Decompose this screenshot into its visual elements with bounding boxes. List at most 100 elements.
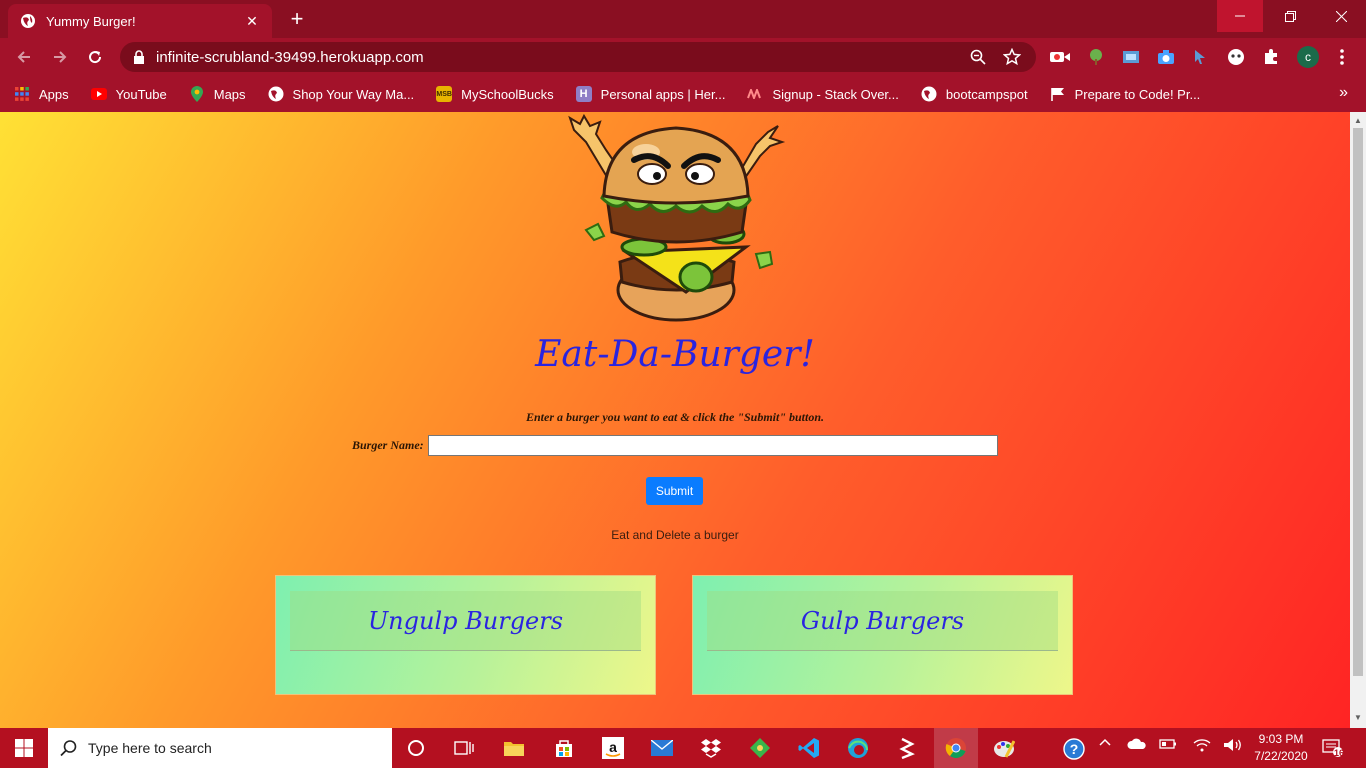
profile-avatar[interactable]: c	[1297, 46, 1319, 68]
forward-button[interactable]	[48, 45, 72, 69]
gulp-burgers-card: Gulp Burgers	[692, 575, 1073, 695]
cortana-icon[interactable]	[402, 734, 430, 762]
address-bar[interactable]: infinite-scrubland-39499.herokuapp.com	[120, 42, 1036, 72]
start-button[interactable]	[0, 728, 48, 768]
cursor-extension-icon[interactable]	[1190, 47, 1210, 67]
section-subtitle: Eat and Delete a burger	[611, 528, 739, 542]
close-window-button[interactable]	[1317, 0, 1366, 32]
onedrive-icon[interactable]	[1126, 738, 1148, 750]
chevron-up-icon[interactable]	[1098, 738, 1112, 746]
extensions-puzzle-icon[interactable]	[1261, 47, 1281, 67]
tab-close-icon[interactable]: ✕	[244, 13, 260, 29]
vscode-icon[interactable]	[795, 734, 823, 762]
bookmark-label: Personal apps | Her...	[600, 86, 726, 102]
tab-title: Yummy Burger!	[46, 13, 136, 29]
burger-mascot-logo	[568, 113, 786, 322]
sublime-icon[interactable]	[893, 734, 921, 762]
paint-icon[interactable]	[990, 734, 1018, 762]
volume-icon[interactable]	[1222, 738, 1244, 752]
bookmarks-overflow-button[interactable]: »	[1339, 84, 1348, 102]
bookmark-apps[interactable]: Apps	[14, 86, 69, 102]
mail-icon[interactable]	[648, 734, 676, 762]
camera-extension-icon[interactable]	[1156, 47, 1176, 67]
git-kraken-icon[interactable]	[746, 734, 774, 762]
submit-button[interactable]: Submit	[646, 477, 703, 505]
record-extension-icon[interactable]	[1050, 47, 1070, 67]
file-explorer-icon[interactable]	[500, 734, 528, 762]
browser-tab[interactable]: Yummy Burger! ✕	[8, 4, 272, 38]
bookmark-prepare-to-code[interactable]: Prepare to Code! Pr...	[1050, 86, 1201, 102]
globe-icon	[21, 14, 35, 28]
maps-icon	[189, 86, 205, 102]
taskbar-clock[interactable]: 9:03 PM 7/22/2020	[1247, 731, 1315, 765]
burger-form: Burger Name:	[352, 435, 998, 456]
burger-name-label: Burger Name:	[352, 438, 424, 452]
minimize-button[interactable]	[1217, 0, 1263, 32]
ungulp-burgers-header: Ungulp Burgers	[290, 591, 641, 651]
page-scrollbar[interactable]: ▲ ▼	[1350, 112, 1366, 728]
bookmark-bootcampspot[interactable]: bootcampspot	[921, 86, 1028, 102]
kebab-menu-icon[interactable]	[1332, 47, 1352, 67]
svg-text:a: a	[609, 739, 617, 755]
amazon-icon[interactable]: a	[599, 734, 627, 762]
tree-extension-icon[interactable]	[1086, 47, 1106, 67]
ghost-extension-icon[interactable]	[1226, 47, 1246, 67]
svg-text:?: ?	[1070, 741, 1079, 757]
gulp-burgers-header: Gulp Burgers	[707, 591, 1058, 651]
bookmark-label: MySchoolBucks	[461, 86, 554, 102]
scroll-up-icon[interactable]: ▲	[1354, 116, 1362, 125]
signup-icon	[747, 86, 763, 102]
zoom-icon[interactable]	[968, 47, 988, 67]
bookmark-label: Apps	[39, 86, 69, 102]
bookmark-star-icon[interactable]	[1002, 47, 1022, 67]
reload-button[interactable]	[83, 45, 107, 69]
bookmark-signup[interactable]: Signup - Stack Over...	[747, 86, 899, 102]
close-icon	[1336, 10, 1347, 22]
search-placeholder: Type here to search	[88, 740, 212, 756]
arrow-left-icon	[17, 51, 30, 63]
burger-name-input[interactable]	[427, 435, 998, 456]
restore-icon	[1284, 10, 1296, 22]
instructions-text: Enter a burger you want to eat & click t…	[525, 410, 825, 424]
clock-time: 9:03 PM	[1258, 732, 1304, 746]
bookmark-label: Prepare to Code! Pr...	[1074, 86, 1201, 102]
bookmark-label: YouTube	[115, 86, 167, 102]
windows-taskbar: Type here to search a ? 9:03 PM 7/22/202…	[0, 728, 1366, 768]
chrome-taskbar-icon[interactable]	[934, 728, 978, 768]
notification-count: 16	[1333, 748, 1344, 758]
page-content: Eat-Da-Burger! Enter a burger you want t…	[0, 112, 1350, 728]
youtube-icon	[90, 86, 107, 102]
taskbar-search-box[interactable]: Type here to search	[48, 728, 392, 768]
bookmark-youtube[interactable]: YouTube	[90, 86, 167, 102]
bookmark-shop-your-way[interactable]: Shop Your Way Ma...	[268, 86, 415, 102]
windows-logo-icon	[15, 739, 33, 757]
new-tab-button[interactable]: +	[284, 6, 310, 32]
back-button[interactable]	[12, 45, 36, 69]
screenshot-extension-icon[interactable]	[1121, 47, 1141, 67]
browser-titlebar: Yummy Burger! ✕ +	[0, 0, 1366, 38]
bookmarks-bar: Apps YouTube Maps Shop Your Way Ma... MS…	[0, 76, 1366, 112]
myschoolbucks-icon: MSB	[436, 86, 453, 102]
help-icon[interactable]: ?	[1062, 738, 1086, 760]
microsoft-store-icon[interactable]	[550, 734, 578, 762]
minimize-icon	[1235, 15, 1245, 17]
flag-icon	[1050, 86, 1066, 102]
bookmark-maps[interactable]: Maps	[189, 86, 246, 102]
task-view-icon[interactable]	[450, 734, 478, 762]
search-icon	[60, 740, 77, 757]
ungulp-burgers-card: Ungulp Burgers	[275, 575, 656, 695]
scroll-down-icon[interactable]: ▼	[1354, 713, 1362, 722]
bookmark-heroku[interactable]: H Personal apps | Her...	[575, 86, 726, 102]
page-title: Eat-Da-Burger!	[535, 334, 815, 375]
restore-button[interactable]	[1267, 0, 1313, 32]
dropbox-icon[interactable]	[697, 734, 725, 762]
url-text: infinite-scrubland-39499.herokuapp.com	[156, 48, 424, 66]
bookmark-label: Shop Your Way Ma...	[292, 86, 415, 102]
edge-icon[interactable]	[844, 734, 872, 762]
browser-toolbar: infinite-scrubland-39499.herokuapp.com c	[0, 38, 1366, 76]
scrollbar-thumb[interactable]	[1353, 128, 1363, 676]
reload-icon	[89, 51, 102, 64]
bookmark-myschoolbucks[interactable]: MSB MySchoolBucks	[436, 86, 554, 102]
wifi-icon[interactable]	[1192, 738, 1212, 752]
battery-icon[interactable]	[1158, 738, 1178, 750]
